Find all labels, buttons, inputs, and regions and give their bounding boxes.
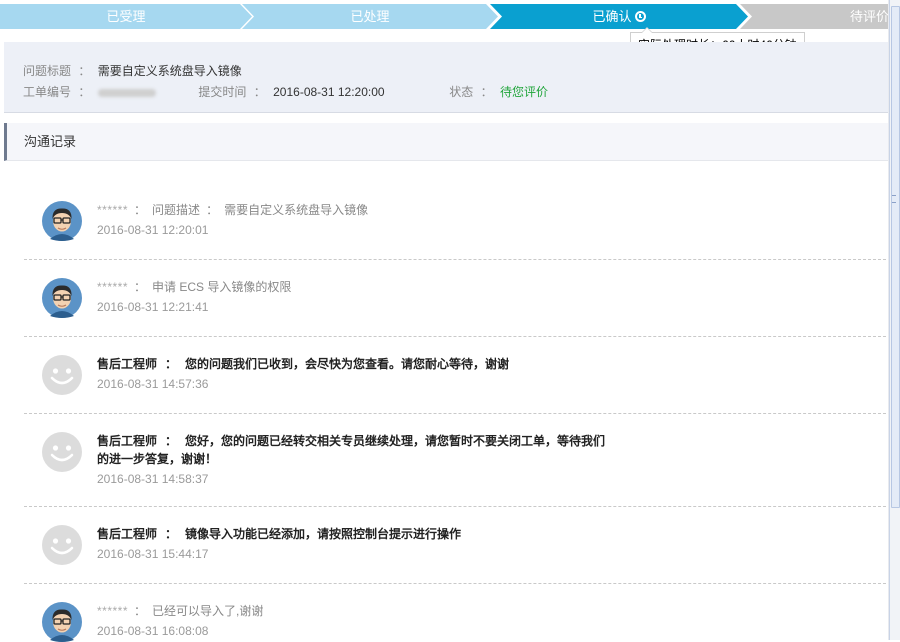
record-message: 需要自定义系统盘导入镜像 (224, 203, 369, 217)
engineer-avatar-icon (42, 525, 82, 565)
record-message: 申请 ECS 导入镜像的权限 (152, 280, 292, 294)
status-value: 待您评价 (499, 85, 548, 99)
step-processed-label: 已处理 (350, 9, 390, 24)
engineer-avatar-icon (42, 355, 82, 395)
title-colon: ： (78, 64, 91, 78)
record-user-name: ****** (97, 604, 129, 618)
step-accepted-label: 已受理 (106, 9, 146, 24)
record-time: 2016-08-31 15:44:17 (97, 547, 209, 561)
scrollbar-grip-icon[interactable] (892, 195, 896, 203)
progress-steps: 已受理 已处理 已确认 待评价 (0, 4, 890, 29)
record-message-line: ****** ： 申请 ECS 导入镜像的权限 (97, 278, 617, 296)
record-time: 2016-08-31 14:57:36 (97, 377, 209, 391)
vertical-scrollbar[interactable] (889, 0, 900, 640)
record-name-sep: ： (165, 357, 178, 371)
section-header: 沟通记录 (4, 123, 888, 161)
clock-icon[interactable] (634, 11, 646, 22)
record-user-name: ****** (97, 203, 129, 217)
record-message-line: 售后工程师：您好，您的问题已经转交相关专员继续处理，请您暂时不要关闭工单，等待我… (97, 432, 607, 468)
record-engineer-name: 售后工程师 (97, 434, 158, 448)
record-name-sep: ： (165, 527, 178, 541)
ticket-info-panel: 问题标题 ： 需要自定义系统盘导入镜像 工单编号 ： 提交时间 ： 2016-0… (4, 42, 888, 113)
record-name-sep: ： (134, 203, 147, 217)
scrollbar-thumb[interactable] (891, 6, 900, 508)
user-avatar-icon (42, 201, 82, 241)
submit-colon: ： (253, 85, 266, 99)
record-message-line: ****** ： 已经可以导入了,谢谢 (97, 602, 617, 620)
step-accepted: 已受理 (0, 4, 252, 29)
record-engineer-name: 售后工程师 (97, 527, 158, 541)
submit-label: 提交时间 (198, 85, 247, 99)
record-message: 已经可以导入了,谢谢 (152, 604, 264, 618)
record-message-line: ****** ： 问题描述 ： 需要自定义系统盘导入镜像 (97, 201, 617, 219)
record-divider (24, 583, 886, 584)
record-time: 2016-08-31 12:21:41 (97, 300, 209, 314)
record-divider (24, 413, 886, 414)
title-value: 需要自定义系统盘导入镜像 (97, 64, 242, 78)
record-time: 2016-08-31 12:20:01 (97, 223, 209, 237)
ticket-number-redacted (97, 88, 156, 97)
title-label: 问题标题 (23, 64, 72, 78)
step-processed: 已处理 (242, 4, 498, 29)
status-colon: ： (480, 85, 493, 99)
record-divider (24, 336, 886, 337)
record-name-sep: ： (134, 280, 147, 294)
ticket-label: 工单编号 (23, 85, 72, 99)
record-divider (24, 259, 886, 260)
section-title: 沟通记录 (24, 134, 77, 149)
step-evaluate: 待评价 (740, 4, 890, 29)
user-avatar-icon (42, 602, 82, 642)
meta-row: 工单编号 ： 提交时间 ： 2016-08-31 12:20:00 状态 ： 待… (23, 83, 548, 100)
record-user-name: ****** (97, 280, 129, 294)
step-confirmed: 已确认 (490, 4, 748, 29)
record-message-line: 售后工程师 ： 镜像导入功能已经添加，请按照控制台提示进行操作 (97, 525, 617, 543)
record-name-sep: ： (134, 604, 147, 618)
record-time: 2016-08-31 14:58:37 (97, 472, 209, 486)
record-name-sep: ： (165, 434, 178, 448)
record-message: 镜像导入功能已经添加，请按照控制台提示进行操作 (185, 527, 462, 541)
submit-value: 2016-08-31 12:20:00 (273, 85, 385, 99)
record-label-sep: ： (206, 203, 219, 217)
record-engineer-name: 售后工程师 (97, 357, 158, 371)
record-time: 2016-08-31 16:08:08 (97, 624, 209, 638)
record-label: 问题描述 (152, 203, 201, 217)
record-message: 您的问题我们已收到，会尽快为您查看。请您耐心等待，谢谢 (185, 357, 510, 371)
title-row: 问题标题 ： 需要自定义系统盘导入镜像 (23, 62, 242, 79)
status-label: 状态 (449, 85, 474, 99)
step-confirmed-label: 已确认 (592, 9, 632, 24)
user-avatar-icon (42, 278, 82, 318)
record-divider (24, 506, 886, 507)
ticket-colon: ： (78, 85, 91, 99)
record-message-line: 售后工程师 ： 您的问题我们已收到，会尽快为您查看。请您耐心等待，谢谢 (97, 355, 617, 373)
engineer-avatar-icon (42, 432, 82, 472)
step-evaluate-label: 待评价 (850, 9, 890, 24)
